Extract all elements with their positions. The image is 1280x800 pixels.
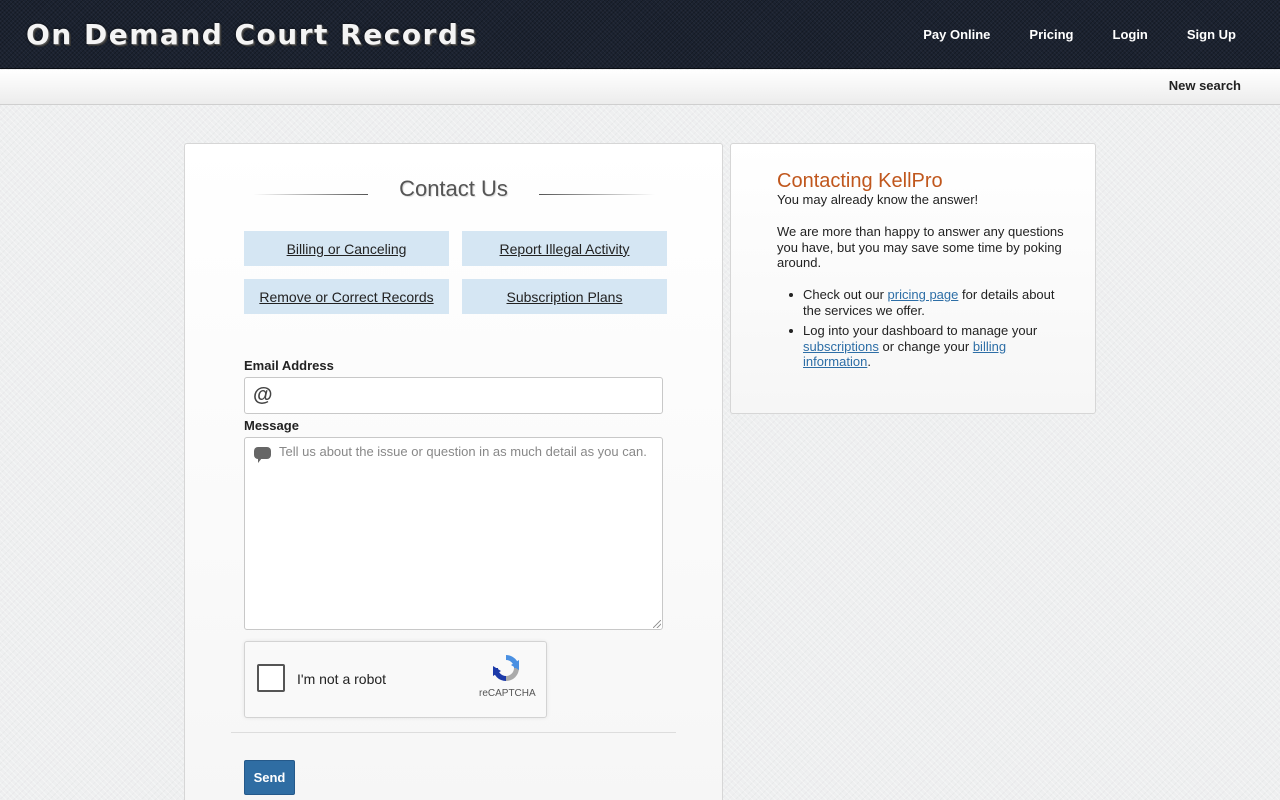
recaptcha-label: I'm not a robot — [297, 671, 387, 687]
list-item: Check out our pricing page for details a… — [777, 287, 1067, 318]
sidebar-list: Check out our pricing page for details a… — [777, 287, 1067, 375]
sidebar-title: Contacting KellPro — [777, 170, 943, 192]
email-field-wrap: @ — [244, 377, 663, 414]
recaptcha-checkbox[interactable] — [257, 664, 285, 692]
list-item-text: Log into your dashboard to manage your — [803, 323, 1038, 339]
message-field[interactable] — [279, 444, 657, 624]
pricing-page-link[interactable]: pricing page — [888, 287, 959, 302]
list-item-text: Check out our — [803, 287, 888, 302]
nav-sign-up[interactable]: Sign Up — [1187, 27, 1236, 42]
nav-pay-online[interactable]: Pay Online — [923, 27, 990, 42]
top-nav: Pay Online Pricing Login Sign Up — [884, 27, 1236, 42]
top-header: On Demand Court Records Pay Online Prici… — [0, 0, 1280, 69]
subscriptions-link[interactable]: subscriptions — [803, 339, 879, 354]
contact-title-wrap: Contact Us — [185, 176, 722, 202]
sub-header: New search — [0, 70, 1280, 105]
message-field-wrap — [244, 437, 663, 630]
recaptcha-widget: I'm not a robot reCAPTCHA — [244, 641, 547, 718]
list-item-text: . — [867, 354, 871, 370]
email-field[interactable] — [279, 378, 659, 413]
new-search-link[interactable]: New search — [1169, 78, 1241, 93]
title-rule-left — [253, 194, 368, 195]
site-logo[interactable]: On Demand Court Records — [26, 18, 478, 51]
sidebar-paragraph: We are more than happy to answer any que… — [777, 224, 1064, 271]
message-label: Message — [244, 418, 299, 433]
at-icon: @ — [253, 384, 273, 406]
recaptcha-logo-icon — [493, 655, 519, 681]
sidebar-panel: Contacting KellPro You may already know … — [730, 143, 1096, 414]
topic-subscription-plans-button[interactable]: Subscription Plans — [462, 279, 667, 314]
form-divider — [231, 732, 676, 733]
topic-remove-records-button[interactable]: Remove or Correct Records — [244, 279, 449, 314]
topic-report-illegal-button[interactable]: Report Illegal Activity — [462, 231, 667, 266]
email-label: Email Address — [244, 358, 334, 373]
page-title: Contact Us — [399, 176, 508, 201]
recaptcha-brand: reCAPTCHA — [479, 688, 536, 699]
speech-bubble-icon — [254, 447, 271, 463]
nav-pricing[interactable]: Pricing — [1029, 27, 1073, 42]
nav-login[interactable]: Login — [1113, 27, 1148, 42]
list-item: Log into your dashboard to manage your s… — [777, 323, 1067, 370]
topic-billing-button[interactable]: Billing or Canceling — [244, 231, 449, 266]
sidebar-intro: You may already know the answer! — [777, 192, 979, 207]
contact-panel: Contact Us Billing or Canceling Report I… — [184, 143, 723, 800]
send-button[interactable]: Send — [244, 760, 295, 795]
resize-handle[interactable] — [653, 620, 661, 628]
title-rule-right — [539, 194, 655, 195]
list-item-text: or change your — [878, 338, 973, 354]
